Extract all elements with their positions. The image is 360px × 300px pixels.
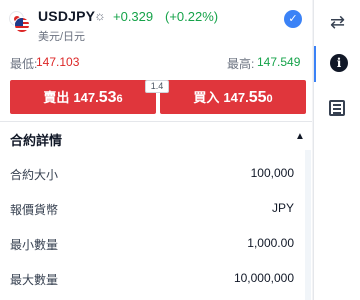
contract-row-key: 合約大小 [10,168,59,182]
high-label: 最高: [227,57,255,71]
contract-row: 合約大小 100,000 [0,158,312,190]
sell-label: 賣出 [43,90,70,105]
news-icon [329,100,345,116]
price-change: +0.329 [113,9,154,24]
buy-price-big: 55 [248,89,267,106]
buy-label: 買入 [193,90,220,105]
info-tab-button[interactable]: i [314,46,360,82]
contract-row-value: JPY [271,201,294,215]
us-flag-icon [14,17,30,33]
symbol-header: USDJPY ☼ +0.329 (+0.22%) 美元/日元 ✓ [0,0,312,46]
contract-row: 最大數量 10,000,000 [0,263,312,295]
price-change-percent: (+0.22%) [165,9,219,24]
contract-row-value: 1,000.00 [247,236,294,250]
contract-row-key: 最大數量 [10,273,59,287]
low-label: 最低: [10,57,38,71]
sell-button[interactable]: 賣出 147.536 [10,80,156,114]
currency-pair-flags-icon [9,11,31,33]
contract-row: 報價貨幣 JPY [0,193,312,225]
news-tab-button[interactable] [314,90,360,126]
caret-up-icon[interactable]: ▲ [295,131,305,142]
buy-price-main: 147. [223,90,249,105]
side-rail: ⇄ i [313,0,360,300]
contract-row-value: 100,000 [250,166,294,180]
buy-button[interactable]: 買入 147.550 [160,80,306,114]
symbol-description: 美元/日元 [38,31,86,43]
symbol-name: USDJPY [38,8,96,24]
scrollbar[interactable] [305,150,311,300]
low-value: 147.103 [36,55,80,69]
swap-arrows-icon: ⇄ [329,12,346,32]
section-divider [0,121,312,122]
contract-row: 最小數量 1,000.00 [0,228,312,260]
contract-row-key: 報價貨幣 [10,203,59,217]
spread-badge: 1.4 [145,80,169,93]
contract-row-value: 10,000,000 [233,271,294,285]
symbol-panel: USDJPY ☼ +0.329 (+0.22%) 美元/日元 ✓ 最低: 147… [0,0,312,300]
buy-price-small: 0 [266,93,273,105]
sun-icon: ☼ [94,8,106,23]
swap-arrows-button[interactable]: ⇄ [314,4,360,40]
info-icon: i [330,54,348,72]
contract-row-key: 最小數量 [10,238,59,252]
sell-price-small: 6 [116,93,123,105]
contract-details-title[interactable]: 合約詳情 [10,130,62,149]
high-value: 147.549 [257,55,301,69]
sell-price-big: 53 [98,89,117,106]
sell-price-main: 147. [73,90,99,105]
check-badge-icon: ✓ [284,10,302,28]
